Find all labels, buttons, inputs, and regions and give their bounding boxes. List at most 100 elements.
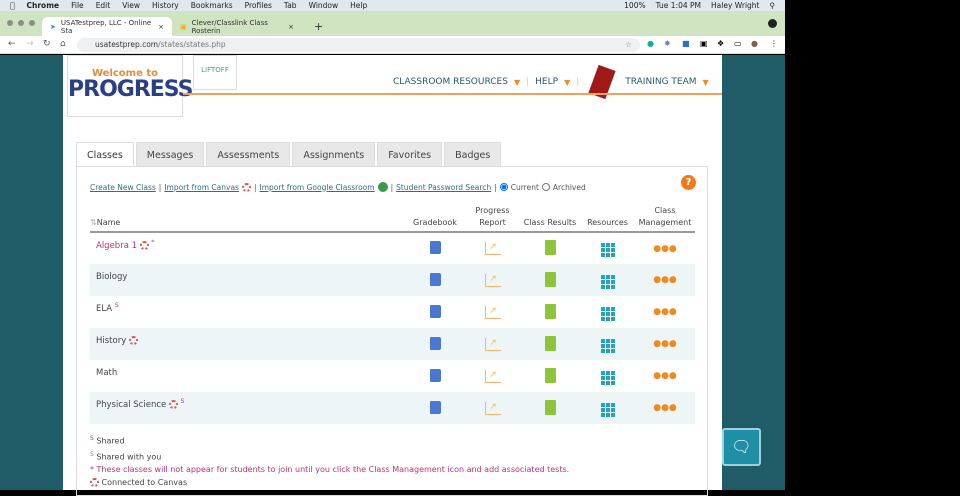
close-tab-icon[interactable]: ×: [288, 23, 294, 31]
name-header[interactable]: ⇅Name: [90, 203, 405, 233]
class-name-cell[interactable]: Physical Science S: [90, 392, 405, 424]
class-name[interactable]: Biology: [96, 272, 127, 282]
apple-icon[interactable]: : [10, 1, 15, 10]
close-tab-icon[interactable]: ×: [158, 23, 164, 31]
zoom-icon[interactable]: ■: [682, 39, 690, 48]
tab-assignments[interactable]: Assignments: [292, 142, 376, 167]
menu-bookmarks[interactable]: Bookmarks: [191, 1, 233, 10]
browser-tab-clever[interactable]: ▣ Clever/Classlink Class Rosterin ×: [172, 17, 302, 36]
class-results-icon[interactable]: [544, 303, 556, 319]
menu-window[interactable]: Window: [309, 1, 339, 10]
class-results-icon[interactable]: [544, 335, 556, 351]
extension-icon[interactable]: ✸: [664, 39, 671, 48]
class-actions: Create New Class | Import from Canvas | …: [90, 182, 586, 192]
class-name-cell[interactable]: History: [90, 328, 405, 360]
class-management-icon[interactable]: ●●●: [653, 307, 677, 317]
url-input[interactable]: usatestprep.com/states/states.php ☆: [77, 38, 640, 52]
gradebook-icon[interactable]: [429, 241, 441, 254]
resources-icon[interactable]: [600, 370, 615, 385]
star-icon[interactable]: ☆: [625, 38, 632, 52]
archived-radio[interactable]: [541, 183, 550, 191]
gradebook-icon[interactable]: [429, 304, 441, 318]
resources-icon[interactable]: [600, 243, 615, 257]
class-management-icon[interactable]: ●●●: [653, 339, 677, 349]
puzzle-icon[interactable]: ❖: [717, 39, 724, 48]
sort-icon[interactable]: ⇅: [90, 218, 97, 227]
extension-icon[interactable]: ▣: [700, 39, 708, 48]
menu-help[interactable]: Help: [350, 1, 367, 10]
nav-classroom-resources[interactable]: CLASSROOM RESOURCES: [393, 77, 508, 87]
forward-icon[interactable]: →: [26, 39, 34, 49]
browser-tab-usatestprep[interactable]: ➤ USATestprep, LLC - Online Sta ×: [42, 17, 172, 36]
class-name[interactable]: History: [96, 336, 126, 346]
resources-icon[interactable]: [600, 306, 615, 321]
menu-view[interactable]: View: [122, 1, 140, 10]
tab-classes[interactable]: Classes: [76, 142, 134, 167]
profile-dropdown-icon[interactable]: [768, 19, 777, 28]
clock[interactable]: Tue 1:04 PM: [656, 1, 701, 10]
progress-report-icon[interactable]: ↗: [484, 305, 501, 319]
menu-file[interactable]: File: [71, 1, 84, 10]
class-results-icon[interactable]: [544, 367, 556, 383]
progress-report-icon[interactable]: ↗: [484, 369, 501, 383]
tab-messages[interactable]: Messages: [135, 142, 205, 167]
progress-report-icon[interactable]: ↗: [484, 242, 501, 255]
class-name[interactable]: ELA: [96, 304, 112, 314]
class-name[interactable]: Math: [96, 368, 117, 378]
class-name[interactable]: Physical Science: [96, 400, 166, 410]
tab-assessments[interactable]: Assessments: [206, 142, 291, 167]
progress-report-icon[interactable]: ↗: [484, 273, 501, 287]
class-name-cell[interactable]: Algebra 1 *: [90, 232, 405, 264]
battery-status[interactable]: 100%: [624, 1, 645, 10]
class-management-icon[interactable]: ●●●: [653, 275, 677, 285]
user-name[interactable]: Haley Wright: [711, 1, 759, 10]
menu-app[interactable]: Chrome: [27, 1, 60, 10]
gradebook-icon[interactable]: [429, 400, 441, 414]
back-icon[interactable]: ←: [8, 39, 16, 49]
resources-icon[interactable]: [600, 338, 615, 353]
menu-edit[interactable]: Edit: [96, 1, 111, 10]
class-name-cell[interactable]: Math: [90, 360, 405, 392]
home-icon[interactable]: ⌂: [60, 39, 66, 49]
menu-profiles[interactable]: Profiles: [245, 1, 272, 10]
grammarly-icon[interactable]: ●: [647, 39, 654, 48]
new-tab-button[interactable]: +: [306, 17, 331, 36]
class-results-icon[interactable]: [544, 271, 556, 287]
menu-icon[interactable]: ⋮: [770, 39, 778, 48]
class-management-icon[interactable]: ●●●: [653, 403, 677, 413]
gradebook-icon[interactable]: [429, 272, 441, 286]
tab-badges[interactable]: Badges: [444, 142, 502, 167]
search-icon[interactable]: ⚲: [770, 1, 776, 10]
progress-logo[interactable]: Welcome to PROGRESS: [67, 55, 194, 117]
class-name-cell[interactable]: ELA S: [90, 296, 405, 328]
gradebook-icon[interactable]: [429, 336, 441, 350]
liftoff-logo[interactable]: LIFTOFF: [193, 55, 237, 90]
nav-training-team[interactable]: TRAINING TEAM: [625, 77, 696, 87]
gradebook-icon[interactable]: [429, 368, 441, 382]
import-google-link[interactable]: Import from Google Classroom: [260, 183, 375, 192]
class-name-cell[interactable]: Biology: [90, 264, 405, 296]
create-new-class-link[interactable]: Create New Class: [90, 183, 156, 192]
nav-help[interactable]: HELP: [535, 77, 558, 87]
resources-icon[interactable]: [600, 274, 615, 289]
menu-history[interactable]: History: [152, 1, 179, 10]
class-management-icon[interactable]: ●●●: [653, 244, 677, 254]
progress-report-icon[interactable]: ↗: [484, 401, 501, 415]
menu-tab[interactable]: Tab: [284, 1, 297, 10]
chat-button[interactable]: 🗨: [722, 428, 761, 466]
window-controls[interactable]: [7, 20, 35, 26]
tab-favorites[interactable]: Favorites: [377, 142, 443, 167]
avatar[interactable]: ●: [751, 39, 758, 48]
import-canvas-link[interactable]: Import from Canvas: [164, 183, 239, 192]
resources-icon[interactable]: [600, 402, 615, 417]
class-name[interactable]: Algebra 1: [96, 241, 137, 251]
help-icon[interactable]: ?: [681, 175, 696, 190]
class-results-icon[interactable]: [544, 399, 556, 415]
class-management-icon[interactable]: ●●●: [653, 371, 677, 381]
class-results-icon[interactable]: [544, 240, 556, 255]
current-radio[interactable]: [499, 183, 508, 191]
reload-icon[interactable]: ↻: [43, 39, 51, 49]
progress-report-icon[interactable]: ↗: [484, 337, 501, 351]
cast-icon[interactable]: ▭: [734, 39, 742, 48]
student-password-search-link[interactable]: Student Password Search: [396, 183, 491, 192]
